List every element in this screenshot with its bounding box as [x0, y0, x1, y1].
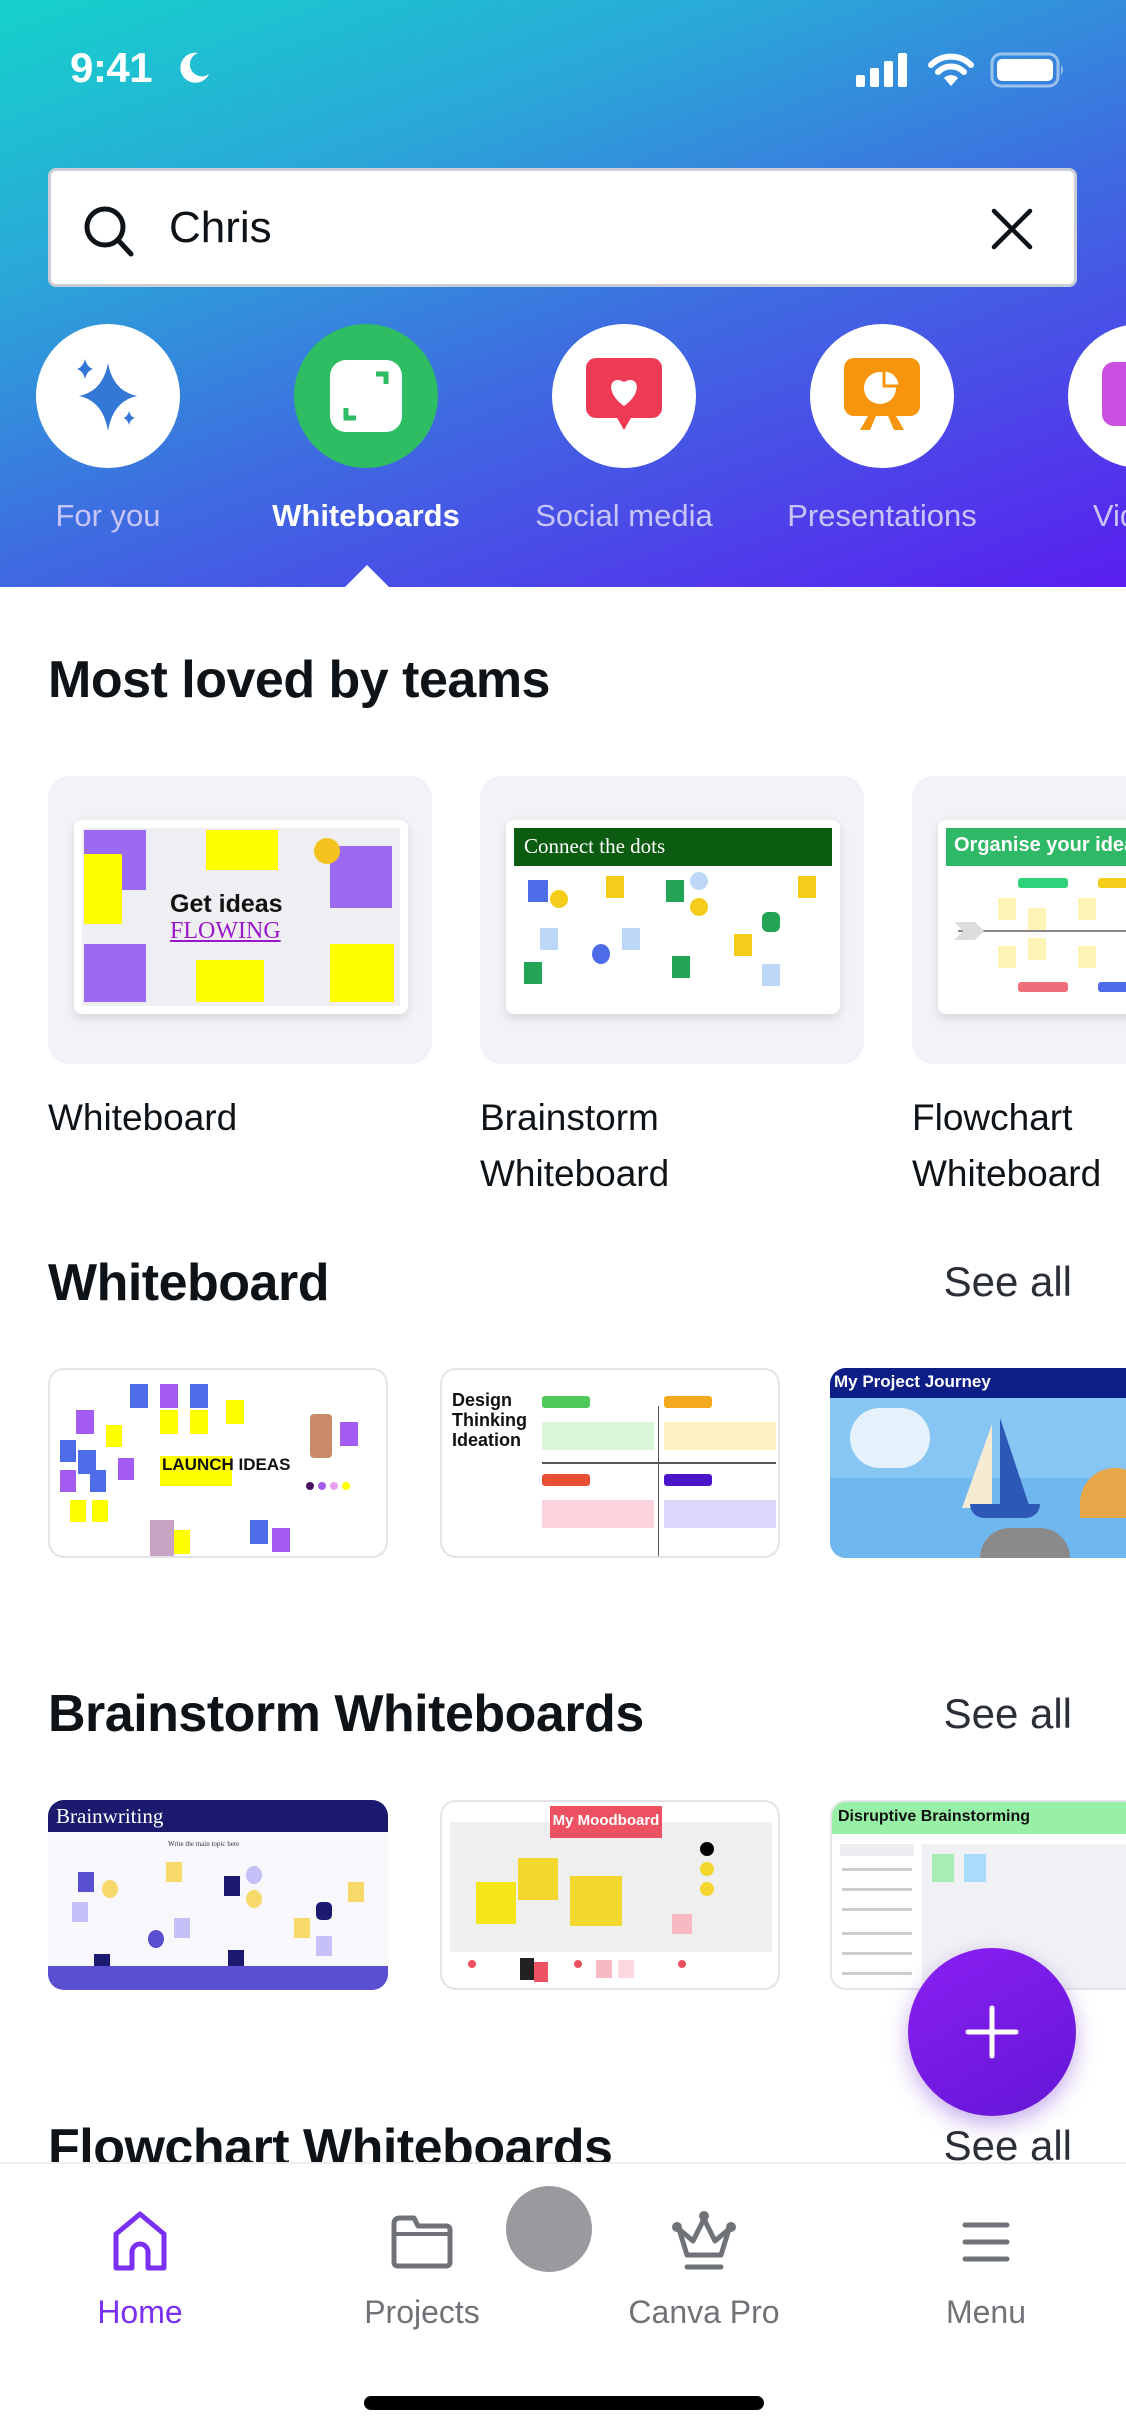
nav-label: Menu — [945, 2294, 1027, 2330]
template-thumbnail-project-journey[interactable]: My Project Journey — [830, 1368, 1126, 1558]
category-label: Videos — [1092, 498, 1126, 533]
search-bar[interactable] — [48, 168, 1077, 287]
header: 9:41 Chris For you Whiteboards Social me… — [0, 0, 1126, 587]
status-time: 9:41 — [70, 44, 153, 91]
section-title-brainstorm: Brainstorm Whiteboards — [48, 1685, 644, 1743]
category-tab-videos[interactable]: Videos — [1020, 324, 1126, 534]
wifi-icon — [928, 53, 974, 86]
whiteboard-icon — [330, 360, 402, 432]
category-label: Whiteboards — [272, 498, 460, 533]
hamburger-menu-icon — [962, 2222, 1010, 2262]
nav-home[interactable]: Home — [40, 2204, 240, 2331]
template-label: Whiteboard — [48, 1097, 238, 1138]
close-icon[interactable] — [984, 201, 1040, 257]
folder-icon — [391, 2215, 453, 2269]
section-title-whiteboard: Whiteboard — [48, 1254, 329, 1312]
nav-canva-pro[interactable]: Canva Pro — [604, 2204, 804, 2331]
nav-label: Canva Pro — [628, 2294, 780, 2330]
presentation-icon — [844, 358, 920, 430]
nav-label: Home — [97, 2294, 183, 2330]
category-label: For you — [55, 498, 161, 533]
category-label: Social media — [535, 498, 713, 533]
template-card-brainstorm-whiteboard[interactable]: Connect the dots — [480, 776, 864, 1064]
nav-projects[interactable]: Projects — [322, 2204, 522, 2331]
template-label: Brainstorm Whiteboard — [480, 1097, 670, 1194]
bottom-navigation: Home Projects Canva Pro Menu — [0, 2162, 1126, 2436]
category-circle — [36, 324, 180, 468]
see-all-brainstorm[interactable]: See all — [944, 1690, 1072, 1738]
category-circle — [552, 324, 696, 468]
moon-icon — [180, 52, 209, 83]
video-icon — [1102, 362, 1126, 426]
category-circle — [294, 324, 438, 468]
cellular-signal-icon — [856, 53, 907, 87]
template-thumbnail-moodboard[interactable]: My Moodboard — [440, 1800, 780, 1990]
thumbnail-title: Brainwriting — [56, 1804, 164, 1828]
template-thumbnail: Connect the dots — [506, 820, 840, 1014]
search-input[interactable] — [169, 191, 989, 265]
section-title-most-loved: Most loved by teams — [48, 651, 550, 709]
category-label: Presentations — [787, 498, 977, 533]
see-all-whiteboard[interactable]: See all — [944, 1258, 1072, 1306]
nav-menu[interactable]: Menu — [886, 2204, 1086, 2331]
thumbnail-title: LAUNCH IDEAS — [162, 1455, 291, 1474]
heart-speech-icon — [586, 358, 662, 430]
template-label: Flowchart Whiteboard — [912, 1097, 1102, 1194]
thumbnail-title: My Project Journey — [834, 1372, 991, 1391]
sparkle-icon — [77, 359, 137, 431]
thumbnail-title: Get ideas — [170, 890, 283, 918]
create-design-button[interactable] — [908, 1948, 1076, 2116]
category-tab-presentations[interactable]: Presentations — [762, 324, 1002, 534]
category-circle — [810, 324, 954, 468]
template-card-flowchart-whiteboard[interactable]: Organise your ideas — [912, 776, 1126, 1064]
template-thumbnail-design-thinking[interactable]: Design Thinking Ideation — [440, 1368, 780, 1558]
thumbnail-subtitle: Write the main topic here — [168, 1840, 240, 1848]
plus-icon — [965, 2005, 1019, 2059]
template-thumbnail: Organise your ideas — [938, 820, 1126, 1014]
template-card-whiteboard[interactable]: Get ideas FLOWING — [48, 776, 432, 1064]
battery-icon — [990, 52, 1063, 88]
search-icon — [84, 206, 134, 257]
crown-icon — [672, 2211, 736, 2270]
category-tab-whiteboards[interactable]: Whiteboards — [246, 324, 486, 534]
template-thumbnail-brainwriting[interactable]: Brainwriting Write the main topic here — [48, 1800, 388, 1990]
home-indicator[interactable] — [364, 2396, 764, 2410]
home-icon — [113, 2211, 167, 2271]
thumbnail-title: Connect the dots — [524, 834, 666, 858]
thumbnail-subtitle: FLOWING — [170, 918, 281, 944]
category-tab-for-you[interactable]: For you — [0, 324, 228, 534]
template-thumbnail-launch-ideas[interactable]: LAUNCH IDEAS — [48, 1368, 388, 1558]
nav-label: Projects — [364, 2294, 480, 2330]
overlay-dot — [506, 2186, 592, 2272]
thumbnail-title: My Moodboard — [552, 1812, 660, 1829]
thumbnail-title: Organise your ideas — [954, 834, 1126, 856]
thumbnail-title: Design Thinking Ideation — [452, 1390, 527, 1450]
category-circle — [1068, 324, 1126, 468]
thumbnail-title: Disruptive Brainstorming — [838, 1808, 1031, 1825]
status-icons — [856, 52, 1066, 88]
active-tab-indicator — [343, 565, 391, 587]
category-tab-social-media[interactable]: Social media — [504, 324, 744, 534]
template-thumbnail: Get ideas FLOWING — [74, 820, 408, 1014]
